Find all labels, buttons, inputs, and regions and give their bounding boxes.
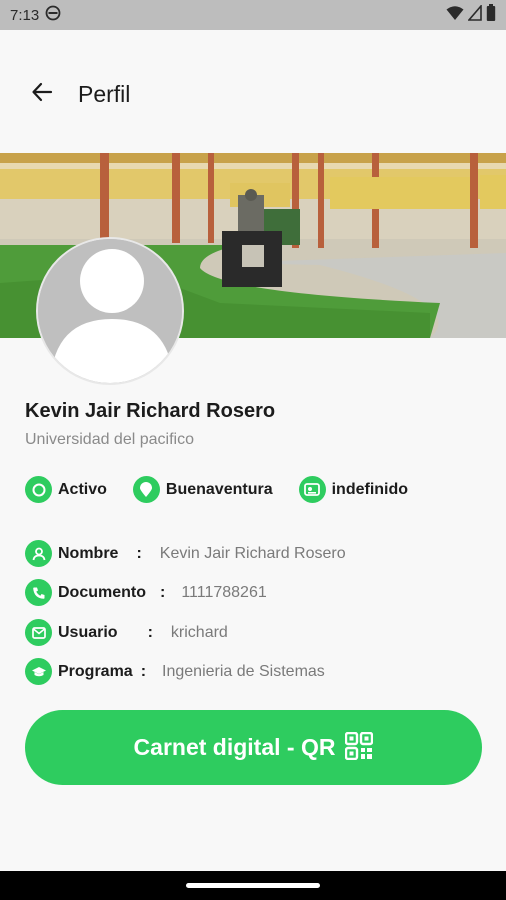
- info-sep-nombre: :: [136, 544, 142, 562]
- back-button[interactable]: [26, 78, 58, 110]
- status-bar: 7:13: [0, 0, 506, 30]
- chip-city: Buenaventura: [132, 476, 273, 503]
- info-row-programa: Programa : Ingenieria de Sistemas: [25, 658, 325, 685]
- info-value-nombre: Kevin Jair Richard Rosero: [159, 544, 346, 562]
- info-value-usuario: krichard: [170, 623, 228, 641]
- info-sep-documento: :: [160, 583, 166, 601]
- info-key-nombre: Nombre: [58, 544, 119, 562]
- person-icon: [25, 540, 52, 567]
- mail-icon: [25, 619, 52, 646]
- chip-city-label: Buenaventura: [165, 480, 273, 498]
- battery-icon: [486, 3, 496, 27]
- wifi-icon: [446, 5, 464, 26]
- qr-button-label: Carnet digital - QR: [133, 734, 336, 760]
- info-value-programa: Ingenieria de Sistemas: [162, 662, 325, 680]
- info-key-documento: Documento: [58, 583, 146, 601]
- id-card-icon: [298, 476, 326, 503]
- info-sep-usuario: :: [147, 623, 153, 641]
- profile-university: Universidad del pacifico: [25, 431, 194, 448]
- signal-icon: [467, 3, 482, 26]
- arrow-left-icon: [31, 81, 53, 108]
- chip-type-label: indefinido: [331, 480, 409, 498]
- do-not-disturb-icon: [45, 5, 61, 26]
- page-title: Perfil: [78, 81, 131, 107]
- info-sep-programa: :: [140, 662, 147, 680]
- status-chips: Activo Buenaventura indefinido: [25, 476, 434, 503]
- info-value-documento: 1111788261: [181, 583, 267, 601]
- chip-status: Activo: [25, 476, 107, 503]
- graduation-cap-icon: [25, 658, 52, 685]
- profile-name: Kevin Jair Richard Rosero: [25, 400, 276, 422]
- carnet-digital-qr-button[interactable]: Carnet digital - QR: [25, 710, 482, 785]
- info-row-nombre: Nombre : Kevin Jair Richard Rosero: [25, 540, 346, 567]
- status-time: 7:13: [10, 6, 40, 24]
- chip-type: indefinido: [298, 476, 409, 503]
- info-key-programa: Programa: [58, 662, 133, 680]
- phone-icon: [25, 579, 52, 606]
- chip-status-label: Activo: [58, 480, 107, 498]
- info-row-documento: Documento : 1111788261: [25, 579, 267, 606]
- location-pin-icon: [132, 476, 160, 503]
- circle-status-icon: [25, 476, 52, 503]
- avatar: [36, 237, 184, 385]
- qr-code-icon: [345, 731, 374, 763]
- home-handle[interactable]: [186, 883, 320, 888]
- info-row-usuario: Usuario : krichard: [25, 619, 228, 646]
- info-key-usuario: Usuario: [58, 623, 118, 641]
- app-bar: Perfil: [0, 30, 506, 153]
- system-nav-bar: [0, 871, 506, 900]
